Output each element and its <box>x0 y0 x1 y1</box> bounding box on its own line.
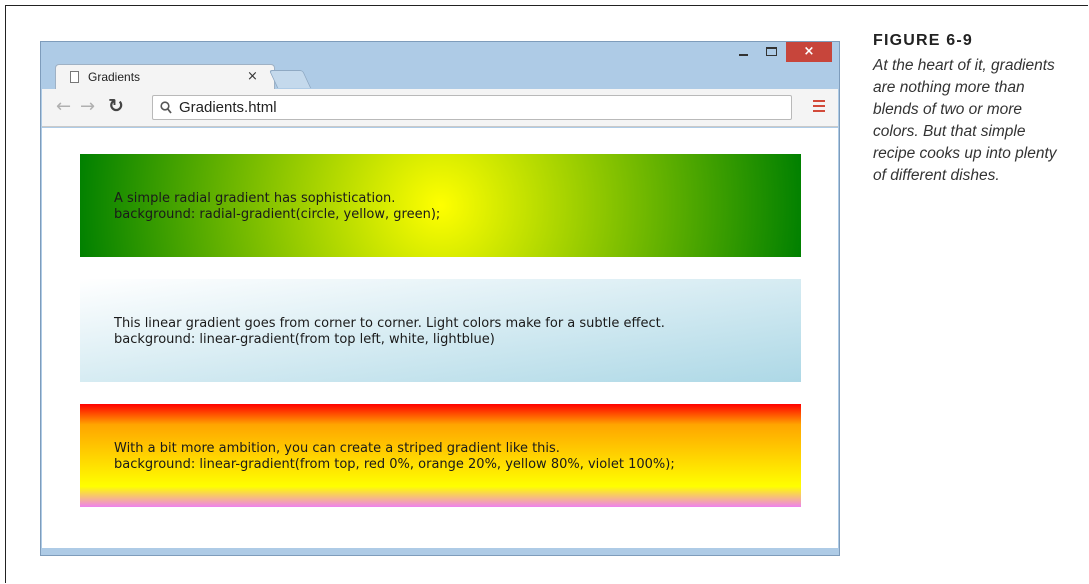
reload-icon[interactable]: ↻ <box>108 96 124 116</box>
caption-line: are nothing more than <box>873 79 1025 96</box>
figure-label: FIGURE 6-9 <box>873 32 974 49</box>
page-content: A simple radial gradient has sophisticat… <box>42 128 838 548</box>
browser-window: × Gradients × ← → ↻ Gradients.html A sim… <box>40 41 840 556</box>
panel-css-code: background: linear-gradient(from top, re… <box>114 457 675 472</box>
linear-gradient-panel: This linear gradient goes from corner to… <box>80 279 801 382</box>
figure-text: At the heart of it, gradients are nothin… <box>873 55 1073 187</box>
back-arrow-icon[interactable]: ← <box>56 97 71 117</box>
panel-description: With a bit more ambition, you can create… <box>114 441 560 456</box>
tab-title: Gradients <box>88 70 141 84</box>
minimize-button[interactable] <box>730 42 756 62</box>
caption-line: blends of two or more <box>873 101 1023 118</box>
menu-icon[interactable] <box>813 100 825 113</box>
tab-gradients[interactable]: Gradients × <box>55 64 275 90</box>
tab-close-button[interactable]: × <box>247 69 258 84</box>
caption-line: colors. But that simple <box>873 123 1026 140</box>
address-text: Gradients.html <box>179 99 277 116</box>
window-close-button[interactable]: × <box>786 42 832 62</box>
browser-toolbar: ← → ↻ Gradients.html <box>42 89 838 127</box>
search-icon <box>160 101 172 114</box>
striped-gradient-panel: With a bit more ambition, you can create… <box>80 404 801 507</box>
caption-line: At the heart of it, gradients <box>873 57 1055 74</box>
panel-description: A simple radial gradient has sophisticat… <box>114 191 396 206</box>
caption-line: of different dishes. <box>873 167 1000 184</box>
forward-arrow-icon[interactable]: → <box>80 97 95 117</box>
panel-description: This linear gradient goes from corner to… <box>114 316 665 331</box>
address-bar[interactable]: Gradients.html <box>152 95 792 120</box>
radial-gradient-panel: A simple radial gradient has sophisticat… <box>80 154 801 257</box>
panel-css-code: background: radial-gradient(circle, yell… <box>114 207 441 222</box>
caption-line: recipe cooks up into plenty <box>873 145 1057 162</box>
maximize-button[interactable] <box>758 42 784 62</box>
figure-caption: FIGURE 6-9 At the heart of it, gradients… <box>873 32 1073 187</box>
page-icon <box>70 71 79 83</box>
panel-css-code: background: linear-gradient(from top lef… <box>114 332 495 347</box>
new-tab-button[interactable] <box>268 70 312 88</box>
